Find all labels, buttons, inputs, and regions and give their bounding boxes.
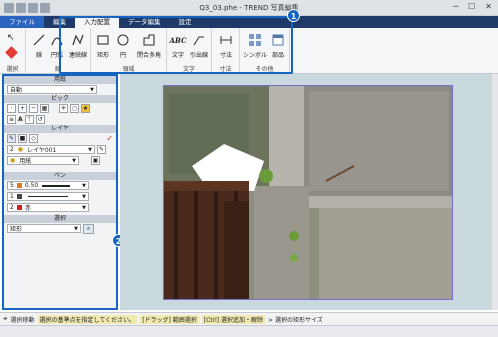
select-search-icon[interactable]: ⌕ <box>83 223 94 234</box>
pick-grid-icon[interactable]: ▦ <box>40 104 49 113</box>
pen-width-select[interactable]: 5 0.50 ▼ <box>7 181 89 190</box>
bottom-bar <box>0 325 498 337</box>
select-mode-value: 矩形 <box>10 226 23 233</box>
minimize-icon[interactable]: ─ <box>453 2 458 11</box>
pick-circle-icon[interactable]: ○ <box>70 104 79 113</box>
callout-1-frame <box>59 16 293 74</box>
maximize-icon[interactable]: ☐ <box>468 2 475 11</box>
group-select: ↖ 選択 <box>0 28 26 74</box>
group-select-label: 選択 <box>6 66 19 73</box>
chevron-down-icon: ▼ <box>88 146 92 153</box>
status-hint-size: > 選択の矩形サイズ <box>268 316 323 324</box>
pen-width-swatch <box>16 183 22 188</box>
layer-copy-icon[interactable]: ▣ <box>91 156 100 165</box>
layer-sub-bulb-icon: ● <box>10 157 16 164</box>
chevron-down-icon: ▼ <box>72 157 76 164</box>
pen-color-number: 2 <box>10 204 14 211</box>
pen-width-number: 5 <box>10 182 14 189</box>
photo-content <box>164 86 452 299</box>
paper-select-value: 自動 <box>10 87 23 94</box>
tab-file[interactable]: ファイル <box>0 16 44 28</box>
pick-text-label: A <box>18 116 23 123</box>
pen-width-label: 0.50 <box>24 182 39 189</box>
select-eraser-icon[interactable] <box>5 46 18 59</box>
cursor-mode-icon: ⌖ <box>3 314 8 323</box>
pen-style-swatch <box>16 194 22 199</box>
chevron-down-icon: ▼ <box>90 86 94 93</box>
pick-snap-icon[interactable]: ✳ <box>59 104 68 113</box>
layer-bulb-icon: ● <box>17 146 24 153</box>
layer-header: レイヤ <box>4 125 116 133</box>
line-button[interactable]: 線 <box>30 32 48 59</box>
chevron-down-icon: ▼ <box>82 193 86 200</box>
pen-style-preview <box>27 196 68 197</box>
chevron-down-icon: ▼ <box>82 182 86 189</box>
pen-width-preview <box>42 184 71 187</box>
layer-select[interactable]: 2 ● レイヤ001 ▼ <box>7 145 95 154</box>
pick-text-icon[interactable]: ⊤ <box>24 115 34 124</box>
status-hint-ctrl: [Ctrl] 選択追加・解除 <box>201 314 266 324</box>
select-header: 選択 <box>4 215 116 223</box>
pick-header: ピック <box>4 95 116 103</box>
pick-rotate-icon[interactable]: ↺ <box>35 115 45 124</box>
pen-color-select[interactable]: 2 赤 ▼ <box>7 203 89 212</box>
layer-number: 2 <box>10 146 14 153</box>
status-hint-drag: [ドラッグ] 範囲選択 <box>140 314 199 324</box>
chevron-down-icon: ▼ <box>74 225 78 232</box>
pen-header: ペン <box>4 172 116 180</box>
pen-style-select[interactable]: 1 ▼ <box>7 192 89 201</box>
select-mode-select[interactable]: 矩形 ▼ <box>7 224 81 233</box>
window-title: Q3_03.phe - TREND 写真編集 <box>199 4 299 12</box>
pen-color-label: 赤 <box>24 205 31 212</box>
vertical-scrollbar[interactable] <box>492 74 498 310</box>
paper-select[interactable]: 自動 ▼ <box>7 85 97 94</box>
layer-mode-icon[interactable]: ■ <box>18 134 27 143</box>
paper-header: 用紙 <box>4 76 116 84</box>
layer-name: レイヤ001 <box>27 147 57 154</box>
layer-sub-name: 用紙 <box>19 158 32 165</box>
pick-star-icon[interactable]: ★ <box>81 104 90 113</box>
line-button-label: 線 <box>35 52 42 59</box>
layer-sub-select[interactable]: ● 用紙 ▼ <box>7 156 79 165</box>
pen-color-swatch <box>16 205 22 210</box>
layer-eraser-icon[interactable]: ◇ <box>29 134 38 143</box>
property-panel: 用紙 自動 ▼ ピック · + ─ ▦ ✳ ○ ★ ≡ A ⊤ ↺ レイヤ ✎ … <box>2 74 118 310</box>
photo-image[interactable] <box>163 85 453 300</box>
status-hint-primary: 選択の基準点を指定してください。 <box>37 314 138 324</box>
status-bar: ⌖ 選択移動 選択の基準点を指定してください。 [ドラッグ] 範囲選択 [Ctr… <box>0 312 498 325</box>
pick-cross-icon[interactable]: + <box>18 104 27 113</box>
layer-select-icon[interactable]: ✎ <box>7 134 16 143</box>
status-mode: 選択移動 <box>10 316 35 324</box>
select-pointer-icon[interactable]: ↖ <box>7 33 15 43</box>
pick-line-icon[interactable]: ─ <box>29 104 38 113</box>
line-icon <box>31 32 47 48</box>
pick-text-align-icon[interactable]: ≡ <box>7 115 16 124</box>
layer-check-icon[interactable]: ✓ <box>106 134 113 143</box>
chevron-down-icon: ▼ <box>82 204 86 211</box>
layer-edit-icon[interactable]: ✎ <box>97 145 106 154</box>
close-icon[interactable]: ✕ <box>485 2 492 11</box>
pen-style-number: 1 <box>10 193 14 200</box>
title-bar: Q3_03.phe - TREND 写真編集 ─ ☐ ✕ <box>0 0 498 16</box>
callout-badge-1: 1 <box>287 9 300 22</box>
pick-endpoint-icon[interactable]: · <box>7 104 16 113</box>
